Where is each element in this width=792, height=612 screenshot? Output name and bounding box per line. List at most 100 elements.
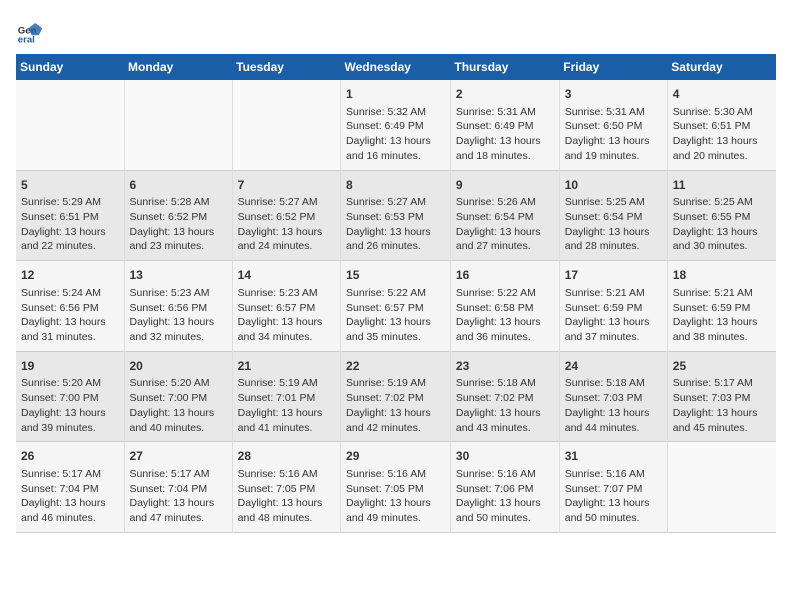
calendar-cell: 6Sunrise: 5:28 AMSunset: 6:52 PMDaylight… [124, 170, 232, 261]
day-info: Sunset: 6:56 PM [130, 301, 227, 316]
day-info: Daylight: 13 hours and 23 minutes. [130, 225, 227, 254]
day-info: Sunrise: 5:16 AM [346, 467, 445, 482]
day-info: Daylight: 13 hours and 22 minutes. [21, 225, 119, 254]
day-info: Sunrise: 5:19 AM [346, 376, 445, 391]
day-info: Daylight: 13 hours and 34 minutes. [238, 315, 335, 344]
day-info: Daylight: 13 hours and 50 minutes. [456, 496, 554, 525]
day-info: Sunrise: 5:30 AM [673, 105, 771, 120]
day-number: 20 [130, 358, 227, 375]
calendar-cell [16, 80, 124, 170]
calendar-cell: 9Sunrise: 5:26 AMSunset: 6:54 PMDaylight… [450, 170, 559, 261]
day-info: Sunset: 7:03 PM [673, 391, 771, 406]
day-info: Sunrise: 5:16 AM [565, 467, 662, 482]
weekday-header: Sunday [16, 54, 124, 80]
day-number: 11 [673, 177, 771, 194]
calendar-cell: 27Sunrise: 5:17 AMSunset: 7:04 PMDayligh… [124, 442, 232, 533]
day-info: Daylight: 13 hours and 42 minutes. [346, 406, 445, 435]
day-number: 16 [456, 267, 554, 284]
day-info: Sunrise: 5:20 AM [21, 376, 119, 391]
day-info: Daylight: 13 hours and 49 minutes. [346, 496, 445, 525]
day-info: Daylight: 13 hours and 18 minutes. [456, 134, 554, 163]
calendar-cell: 11Sunrise: 5:25 AMSunset: 6:55 PMDayligh… [667, 170, 776, 261]
day-info: Sunset: 6:59 PM [565, 301, 662, 316]
calendar-week-row: 26Sunrise: 5:17 AMSunset: 7:04 PMDayligh… [16, 442, 776, 533]
day-info: Sunrise: 5:22 AM [456, 286, 554, 301]
calendar-cell [232, 80, 340, 170]
day-info: Sunset: 6:56 PM [21, 301, 119, 316]
day-info: Sunrise: 5:20 AM [130, 376, 227, 391]
calendar-cell: 30Sunrise: 5:16 AMSunset: 7:06 PMDayligh… [450, 442, 559, 533]
day-number: 30 [456, 448, 554, 465]
header-row: SundayMondayTuesdayWednesdayThursdayFrid… [16, 54, 776, 80]
day-info: Sunrise: 5:25 AM [565, 195, 662, 210]
day-info: Daylight: 13 hours and 50 minutes. [565, 496, 662, 525]
calendar-cell: 19Sunrise: 5:20 AMSunset: 7:00 PMDayligh… [16, 351, 124, 442]
day-number: 5 [21, 177, 119, 194]
day-info: Daylight: 13 hours and 31 minutes. [21, 315, 119, 344]
day-number: 22 [346, 358, 445, 375]
day-info: Sunset: 6:52 PM [238, 210, 335, 225]
calendar-cell: 18Sunrise: 5:21 AMSunset: 6:59 PMDayligh… [667, 261, 776, 352]
day-info: Daylight: 13 hours and 36 minutes. [456, 315, 554, 344]
calendar-cell [124, 80, 232, 170]
calendar-cell: 25Sunrise: 5:17 AMSunset: 7:03 PMDayligh… [667, 351, 776, 442]
day-info: Daylight: 13 hours and 46 minutes. [21, 496, 119, 525]
day-info: Sunset: 6:58 PM [456, 301, 554, 316]
day-number: 7 [238, 177, 335, 194]
day-number: 18 [673, 267, 771, 284]
calendar-cell: 31Sunrise: 5:16 AMSunset: 7:07 PMDayligh… [559, 442, 667, 533]
day-number: 23 [456, 358, 554, 375]
day-info: Sunset: 6:54 PM [456, 210, 554, 225]
day-info: Sunrise: 5:22 AM [346, 286, 445, 301]
day-info: Sunrise: 5:29 AM [21, 195, 119, 210]
day-info: Sunset: 6:57 PM [346, 301, 445, 316]
day-number: 29 [346, 448, 445, 465]
day-info: Sunset: 6:52 PM [130, 210, 227, 225]
day-info: Sunrise: 5:18 AM [565, 376, 662, 391]
day-info: Daylight: 13 hours and 27 minutes. [456, 225, 554, 254]
calendar-week-row: 12Sunrise: 5:24 AMSunset: 6:56 PMDayligh… [16, 261, 776, 352]
calendar-cell [667, 442, 776, 533]
day-number: 17 [565, 267, 662, 284]
day-info: Daylight: 13 hours and 24 minutes. [238, 225, 335, 254]
day-number: 8 [346, 177, 445, 194]
day-info: Sunrise: 5:31 AM [565, 105, 662, 120]
day-info: Daylight: 13 hours and 28 minutes. [565, 225, 662, 254]
day-info: Sunset: 6:51 PM [21, 210, 119, 225]
day-number: 2 [456, 86, 554, 103]
day-info: Sunrise: 5:23 AM [130, 286, 227, 301]
day-info: Daylight: 13 hours and 43 minutes. [456, 406, 554, 435]
day-info: Daylight: 13 hours and 20 minutes. [673, 134, 771, 163]
day-info: Sunrise: 5:19 AM [238, 376, 335, 391]
day-number: 9 [456, 177, 554, 194]
day-info: Daylight: 13 hours and 47 minutes. [130, 496, 227, 525]
day-number: 15 [346, 267, 445, 284]
weekday-header: Saturday [667, 54, 776, 80]
day-info: Sunrise: 5:28 AM [130, 195, 227, 210]
day-info: Sunset: 7:00 PM [130, 391, 227, 406]
calendar-cell: 3Sunrise: 5:31 AMSunset: 6:50 PMDaylight… [559, 80, 667, 170]
day-number: 12 [21, 267, 119, 284]
day-info: Daylight: 13 hours and 37 minutes. [565, 315, 662, 344]
day-info: Sunrise: 5:17 AM [21, 467, 119, 482]
day-info: Sunset: 6:50 PM [565, 119, 662, 134]
day-info: Sunrise: 5:27 AM [346, 195, 445, 210]
calendar-cell: 28Sunrise: 5:16 AMSunset: 7:05 PMDayligh… [232, 442, 340, 533]
day-info: Daylight: 13 hours and 35 minutes. [346, 315, 445, 344]
calendar-cell: 15 Sunrise: 5:22 AMSunset: 6:57 PMDayligh… [341, 261, 451, 352]
day-info: Sunrise: 5:24 AM [21, 286, 119, 301]
day-info: Sunrise: 5:18 AM [456, 376, 554, 391]
day-info: Sunset: 7:00 PM [21, 391, 119, 406]
day-number: 1 [346, 86, 445, 103]
day-info: Sunset: 7:06 PM [456, 482, 554, 497]
day-info: Sunset: 7:03 PM [565, 391, 662, 406]
calendar-cell: 23Sunrise: 5:18 AMSunset: 7:02 PMDayligh… [450, 351, 559, 442]
weekday-header: Thursday [450, 54, 559, 80]
day-info: Daylight: 13 hours and 48 minutes. [238, 496, 335, 525]
calendar-cell: 7Sunrise: 5:27 AMSunset: 6:52 PMDaylight… [232, 170, 340, 261]
weekday-header: Tuesday [232, 54, 340, 80]
logo-icon: Gen eral [16, 16, 44, 44]
calendar-cell: 1Sunrise: 5:32 AMSunset: 6:49 PMDaylight… [341, 80, 451, 170]
weekday-header: Friday [559, 54, 667, 80]
day-info: Sunset: 7:07 PM [565, 482, 662, 497]
